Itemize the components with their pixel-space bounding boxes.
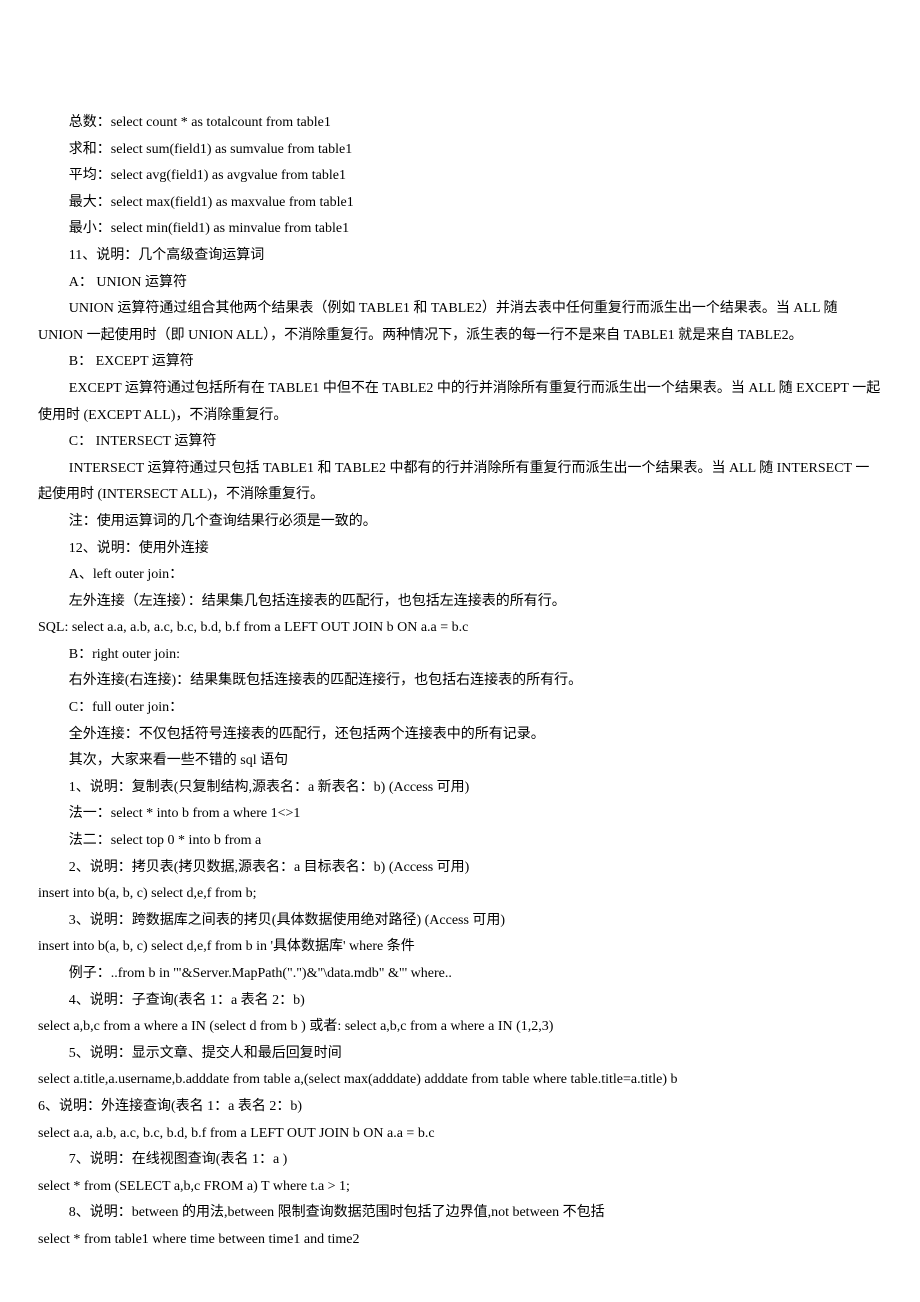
text-line: EXCEPT 运算符通过包括所有在 TABLE1 中但不在 TABLE2 中的行… bbox=[38, 376, 882, 429]
text-line: 12、说明：使用外连接 bbox=[38, 536, 882, 563]
text-line: 其次，大家来看一些不错的 sql 语句 bbox=[38, 748, 882, 775]
text-line: UNION 运算符通过组合其他两个结果表（例如 TABLE1 和 TABLE2）… bbox=[38, 296, 882, 349]
text-line: 最小：select min(field1) as minvalue from t… bbox=[38, 216, 882, 243]
text-line: B：right outer join: bbox=[38, 642, 882, 669]
text-line: B： EXCEPT 运算符 bbox=[38, 349, 882, 376]
text-line: A、left outer join： bbox=[38, 562, 882, 589]
document-body: 总数：select count * as totalcount from tab… bbox=[38, 110, 882, 1254]
text-line: select * from (SELECT a,b,c FROM a) T wh… bbox=[38, 1174, 882, 1201]
text-line: 例子：..from b in '"&Server.MapPath(".")&"\… bbox=[38, 961, 882, 988]
text-line: select * from table1 where time between … bbox=[38, 1227, 882, 1254]
text-line: 注：使用运算词的几个查询结果行必须是一致的。 bbox=[38, 509, 882, 536]
text-line: select a.title,a.username,b.adddate from… bbox=[38, 1067, 882, 1094]
text-line: select a,b,c from a where a IN (select d… bbox=[38, 1014, 882, 1041]
text-line: A： UNION 运算符 bbox=[38, 270, 882, 297]
text-line: SQL: select a.a, a.b, a.c, b.c, b.d, b.f… bbox=[38, 615, 882, 642]
text-line: 法一：select * into b from a where 1<>1 bbox=[38, 801, 882, 828]
text-line: 8、说明：between 的用法,between 限制查询数据范围时包括了边界值… bbox=[38, 1200, 882, 1227]
text-line: 左外连接（左连接）：结果集几包括连接表的匹配行，也包括左连接表的所有行。 bbox=[38, 589, 882, 616]
text-line: 平均：select avg(field1) as avgvalue from t… bbox=[38, 163, 882, 190]
text-line: 最大：select max(field1) as maxvalue from t… bbox=[38, 190, 882, 217]
text-line: 5、说明：显示文章、提交人和最后回复时间 bbox=[38, 1041, 882, 1068]
text-line: 法二：select top 0 * into b from a bbox=[38, 828, 882, 855]
text-line: 2、说明：拷贝表(拷贝数据,源表名：a 目标表名：b) (Access 可用) bbox=[38, 855, 882, 882]
text-line: C： INTERSECT 运算符 bbox=[38, 429, 882, 456]
text-line: insert into b(a, b, c) select d,e,f from… bbox=[38, 934, 882, 961]
text-line: select a.a, a.b, a.c, b.c, b.d, b.f from… bbox=[38, 1121, 882, 1148]
text-line: 11、说明：几个高级查询运算词 bbox=[38, 243, 882, 270]
text-line: C：full outer join： bbox=[38, 695, 882, 722]
text-line: 6、说明：外连接查询(表名 1：a 表名 2：b) bbox=[38, 1094, 882, 1121]
text-line: 全外连接：不仅包括符号连接表的匹配行，还包括两个连接表中的所有记录。 bbox=[38, 722, 882, 749]
text-line: 3、说明：跨数据库之间表的拷贝(具体数据使用绝对路径) (Access 可用) bbox=[38, 908, 882, 935]
text-line: 右外连接(右连接)：结果集既包括连接表的匹配连接行，也包括右连接表的所有行。 bbox=[38, 668, 882, 695]
text-line: 求和：select sum(field1) as sumvalue from t… bbox=[38, 137, 882, 164]
text-line: INTERSECT 运算符通过只包括 TABLE1 和 TABLE2 中都有的行… bbox=[38, 456, 882, 509]
text-line: 4、说明：子查询(表名 1：a 表名 2：b) bbox=[38, 988, 882, 1015]
text-line: 1、说明：复制表(只复制结构,源表名：a 新表名：b) (Access 可用) bbox=[38, 775, 882, 802]
text-line: 7、说明：在线视图查询(表名 1：a ) bbox=[38, 1147, 882, 1174]
text-line: insert into b(a, b, c) select d,e,f from… bbox=[38, 881, 882, 908]
text-line: 总数：select count * as totalcount from tab… bbox=[38, 110, 882, 137]
